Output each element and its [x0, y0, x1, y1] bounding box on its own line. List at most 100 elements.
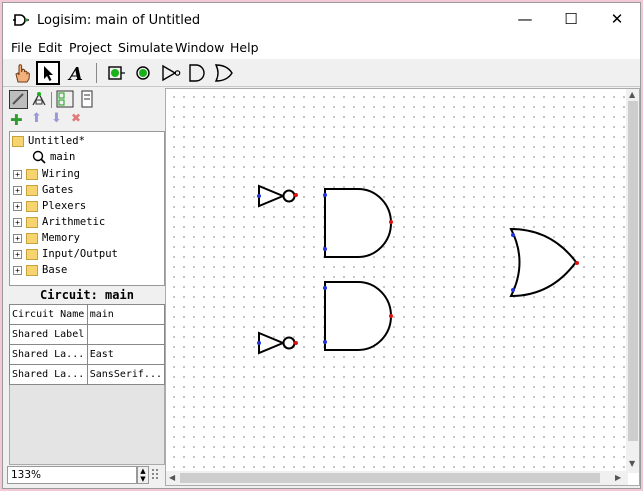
not-gate[interactable]	[257, 184, 298, 208]
tree-library-wiring[interactable]: + Wiring	[13, 166, 80, 182]
scroll-left-icon[interactable]: ◀	[169, 473, 175, 482]
or-gate-icon[interactable]	[212, 61, 236, 85]
menu-window[interactable]: Window	[175, 40, 224, 55]
menu-file[interactable]: File	[11, 40, 32, 55]
circuit-canvas-area: ▲ ▼ ◀ ▶	[165, 88, 640, 486]
folder-icon	[12, 135, 24, 147]
and-gate[interactable]	[323, 281, 393, 351]
appearance-edit-icon[interactable]	[30, 90, 48, 108]
zoom-stepper[interactable]: ▲ ▼	[137, 466, 149, 484]
logisim-logo-icon	[13, 14, 29, 26]
input-port	[511, 233, 515, 237]
scroll-right-icon[interactable]: ▶	[615, 473, 621, 482]
add-circuit-icon[interactable]: ✚	[10, 111, 23, 129]
main-toolbar: A	[3, 59, 640, 87]
tree-library-arithmetic[interactable]: + Arithmetic	[13, 214, 105, 230]
attribute-value[interactable]: SansSerif...	[86, 364, 166, 385]
folder-icon	[26, 248, 38, 260]
poke-tool-icon[interactable]	[10, 61, 34, 85]
input-port	[323, 193, 327, 197]
expand-icon[interactable]: +	[13, 233, 22, 243]
attributes-title: Circuit: main	[40, 288, 134, 302]
horizontal-scrollbar[interactable]: ◀ ▶	[166, 471, 628, 485]
folder-icon	[26, 232, 38, 244]
maximize-button[interactable]: ☐	[548, 3, 594, 37]
output-port	[575, 261, 579, 265]
expand-icon[interactable]: +	[13, 249, 22, 259]
toolbar-separator	[96, 63, 97, 83]
layout-edit-icon[interactable]	[9, 90, 28, 109]
and-gate[interactable]	[323, 188, 393, 258]
circuit-drawing	[257, 184, 579, 355]
menu-bar: File Edit Project Simulate Window Help	[3, 37, 640, 59]
toggle-toolbox-icon[interactable]	[56, 90, 74, 108]
folder-icon	[26, 200, 38, 212]
vertical-scrollbar[interactable]: ▲ ▼	[626, 89, 639, 473]
scroll-up-icon[interactable]: ▲	[629, 90, 635, 99]
move-up-icon[interactable]: ⬆	[31, 111, 42, 126]
horizontal-scroll-thumb[interactable]	[180, 473, 600, 483]
delete-circuit-icon[interactable]: ✖	[71, 111, 81, 125]
subtoolbar-separator	[51, 92, 52, 108]
circuit-canvas[interactable]	[166, 89, 628, 469]
attribute-row: Shared Label	[9, 324, 166, 345]
or-gate[interactable]	[509, 227, 579, 298]
zoom-field[interactable]: 133%	[7, 466, 137, 484]
toggle-attributes-icon[interactable]	[78, 90, 96, 108]
attribute-label: Shared Label	[9, 324, 88, 345]
attribute-value[interactable]: main	[86, 304, 166, 325]
attribute-row: Circuit Name main	[9, 304, 166, 325]
expand-icon[interactable]: +	[13, 217, 22, 227]
output-pin-icon[interactable]	[131, 61, 155, 85]
input-port	[511, 288, 515, 292]
explorer-panel: ✚ ⬆ ⬇ ✖ Untitled* main + Wiring + Gates + P…	[3, 88, 166, 488]
circuit-magnifier-icon	[32, 150, 46, 164]
output-port	[294, 341, 298, 345]
tree-circuit-main[interactable]: main	[32, 149, 75, 165]
svg-text:A: A	[67, 64, 83, 85]
and-gate-icon[interactable]	[185, 61, 209, 85]
scroll-down-icon[interactable]: ▼	[629, 459, 635, 468]
tree-library-input-output[interactable]: + Input/Output	[13, 246, 118, 262]
output-port	[389, 314, 393, 318]
attribute-label: Shared La...	[9, 364, 88, 385]
menu-simulate[interactable]: Simulate	[118, 40, 173, 55]
not-gate[interactable]	[257, 331, 298, 355]
close-button[interactable]: ✕	[594, 3, 640, 37]
folder-icon	[26, 168, 38, 180]
menu-help[interactable]: Help	[230, 40, 259, 55]
logisim-window: Logisim: main of Untitled — ☐ ✕ File Edi…	[2, 2, 641, 489]
text-tool-icon[interactable]: A	[65, 61, 89, 85]
attribute-row: Shared La... East	[9, 344, 166, 365]
vertical-scroll-thumb[interactable]	[628, 101, 638, 441]
output-port	[389, 220, 393, 224]
output-port	[294, 193, 298, 197]
not-gate-icon[interactable]	[159, 61, 183, 85]
resize-grip-icon[interactable]	[151, 468, 161, 482]
expand-icon[interactable]: +	[13, 201, 22, 211]
expand-icon[interactable]: +	[13, 185, 22, 195]
attribute-value[interactable]: East	[86, 344, 166, 365]
attribute-label: Circuit Name	[9, 304, 88, 325]
tree-project[interactable]: Untitled*	[12, 133, 85, 149]
tree-library-plexers[interactable]: + Plexers	[13, 198, 86, 214]
tree-library-memory[interactable]: + Memory	[13, 230, 80, 246]
folder-icon	[26, 216, 38, 228]
tree-library-gates[interactable]: + Gates	[13, 182, 74, 198]
select-tool-icon[interactable]	[36, 61, 60, 85]
attribute-row: Shared La... SansSerif...	[9, 364, 166, 385]
expand-icon[interactable]: +	[13, 265, 22, 275]
folder-icon	[26, 264, 38, 276]
input-pin-icon[interactable]	[104, 61, 128, 85]
expand-icon[interactable]: +	[13, 169, 22, 179]
input-port	[257, 194, 261, 198]
move-down-icon[interactable]: ⬇	[51, 111, 62, 126]
input-port	[323, 340, 327, 344]
menu-project[interactable]: Project	[69, 40, 112, 55]
tree-library-base[interactable]: + Base	[13, 262, 67, 278]
minimize-button[interactable]: —	[502, 3, 548, 37]
input-port	[323, 286, 327, 290]
attribute-label: Shared La...	[9, 344, 88, 365]
menu-edit[interactable]: Edit	[38, 40, 62, 55]
attribute-value[interactable]	[86, 324, 166, 345]
